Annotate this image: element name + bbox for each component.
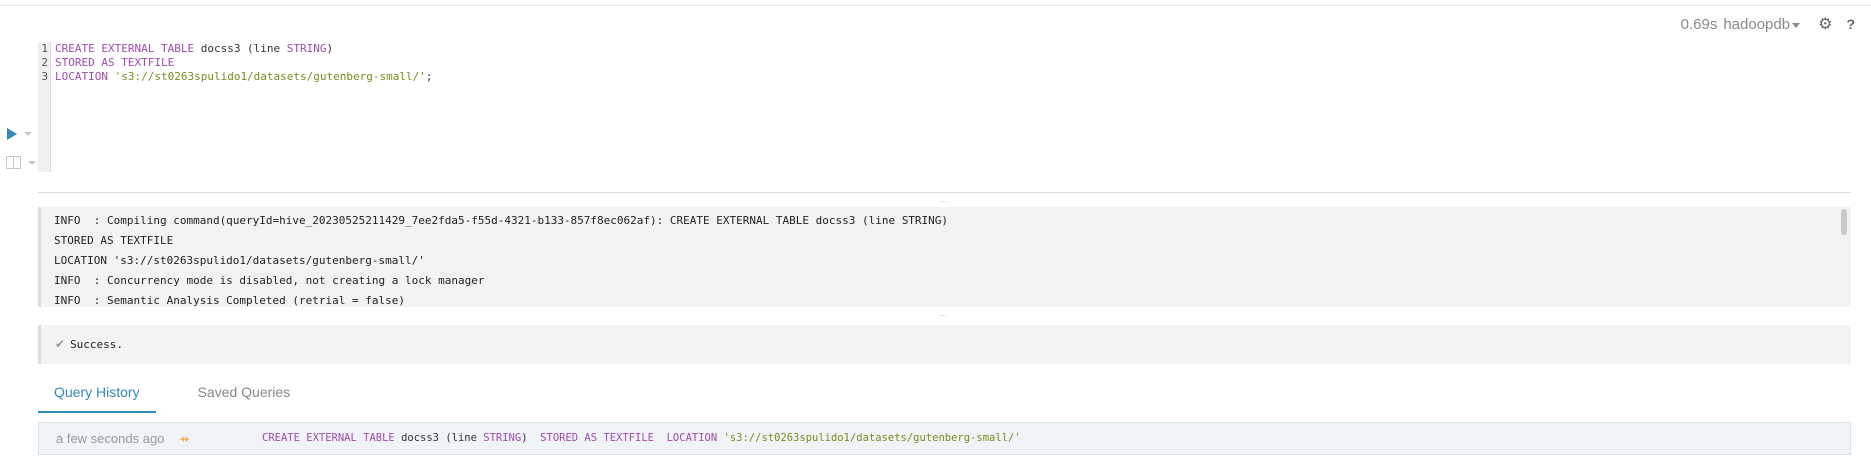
result-status: ✔ Success. <box>38 325 1851 364</box>
history-row[interactable]: a few seconds ago ⇸ CREATE EXTERNAL TABL… <box>38 422 1851 455</box>
sql-text: ) <box>521 432 541 444</box>
log-line: STORED AS TEXTFILE <box>54 234 174 247</box>
query-log[interactable]: INFO : Compiling command(queryId=hive_20… <box>38 207 1851 307</box>
code-line: STORED AS TEXTFILE <box>55 56 433 70</box>
line-number: 3 <box>41 70 48 83</box>
help-icon[interactable]: ? <box>1846 16 1855 32</box>
sql-string: 's3://st0263spulido1/datasets/gutenberg-… <box>723 432 1021 444</box>
sql-keyword: STORED AS TEXTFILE <box>540 432 667 444</box>
line-number: 2 <box>41 56 48 69</box>
sql-keyword: LOCATION <box>666 432 724 444</box>
log-line: INFO : Compiling command(queryId=hive_20… <box>54 214 949 227</box>
explain-button[interactable] <box>6 156 36 169</box>
gear-icon[interactable]: ⚙ <box>1818 14 1832 34</box>
tab-bar: Query History Saved Queries <box>38 377 306 413</box>
log-line: INFO : Concurrency mode is disabled, not… <box>54 274 485 287</box>
log-scrollbar[interactable] <box>1841 209 1847 235</box>
code-line: CREATE EXTERNAL TABLE docss3 (line STRIN… <box>55 42 433 56</box>
sql-editor[interactable]: 123 CREATE EXTERNAL TABLE docss3 (line S… <box>38 42 1538 172</box>
database-selector[interactable]: hadoopdb <box>1723 15 1801 33</box>
sql-text: ; <box>425 70 433 83</box>
sql-text: ) <box>326 42 334 55</box>
resize-handle[interactable]: ··· <box>939 312 951 320</box>
check-icon: ✔ <box>55 337 66 351</box>
caret-down-icon[interactable] <box>24 132 32 136</box>
log-line: INFO : Semantic Analysis Completed (retr… <box>54 294 405 307</box>
line-gutter: 123 <box>38 42 51 172</box>
sql-keyword: STRING <box>483 432 522 444</box>
sql-text: docss3 (line <box>200 42 287 55</box>
log-line: LOCATION 's3://st0263spulido1/datasets/g… <box>54 254 425 267</box>
sql-keyword: STORED AS TEXTFILE <box>55 56 175 69</box>
play-icon <box>7 128 17 140</box>
editor-divider <box>38 192 1851 193</box>
resize-handle[interactable]: ··· <box>939 198 951 206</box>
line-number: 1 <box>41 42 48 55</box>
sql-keyword: CREATE EXTERNAL TABLE <box>55 42 201 55</box>
history-sql: CREATE EXTERNAL TABLE docss3 (line STRIN… <box>262 423 1021 454</box>
editor-header-right: 0.69s hadoopdb ⚙ ? <box>1681 14 1855 34</box>
sql-keyword: CREATE EXTERNAL TABLE <box>262 432 402 444</box>
code-area[interactable]: CREATE EXTERNAL TABLE docss3 (line STRIN… <box>55 42 433 84</box>
code-line: LOCATION 's3://st0263spulido1/datasets/g… <box>55 70 433 84</box>
arrow-icon: ⇸ <box>179 432 190 446</box>
execution-time: 0.69s <box>1680 15 1718 33</box>
tab-query-history[interactable]: Query History <box>38 377 156 413</box>
sql-text: docss3 (line <box>401 432 484 444</box>
database-name: hadoopdb <box>1723 15 1791 33</box>
tab-saved-queries[interactable]: Saved Queries <box>182 377 307 411</box>
sql-keyword: STRING <box>286 42 327 55</box>
sql-keyword: LOCATION <box>55 70 115 83</box>
book-icon <box>6 156 21 169</box>
caret-down-icon <box>1792 22 1801 28</box>
history-time: a few seconds ago <box>56 431 165 446</box>
top-border <box>0 0 1871 6</box>
caret-down-icon[interactable] <box>28 160 36 165</box>
status-text: Success. <box>70 338 124 351</box>
sql-string: 's3://st0263spulido1/datasets/gutenberg-… <box>114 70 426 83</box>
run-button[interactable] <box>7 128 32 140</box>
